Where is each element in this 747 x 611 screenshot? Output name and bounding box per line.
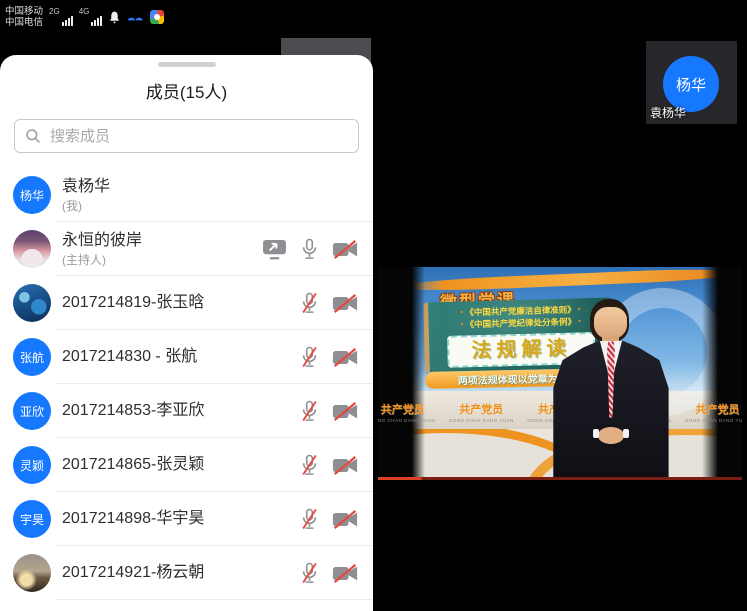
search-input[interactable] bbox=[48, 127, 348, 146]
member-row-host[interactable]: 永恒的彼岸 (主持人) bbox=[0, 222, 373, 276]
camera-off-icon[interactable] bbox=[332, 456, 358, 475]
avatar: 亚欣 bbox=[13, 392, 51, 430]
camera-off-icon[interactable] bbox=[332, 240, 358, 259]
mic-muted-icon[interactable] bbox=[300, 453, 319, 477]
member-name: 2017214921-杨云朝 bbox=[62, 563, 204, 583]
camera-off-icon[interactable] bbox=[332, 348, 358, 367]
video-stage[interactable]: 杨华 袁杨华 微型党课 《中国共产党廉洁自律准则》 《中国共产党纪律处分条例》 … bbox=[374, 0, 747, 611]
camera-off-icon[interactable] bbox=[332, 510, 358, 529]
members-title: 成员(15人) bbox=[0, 78, 373, 103]
member-name: 袁杨华 bbox=[62, 177, 110, 197]
camera-off-icon[interactable] bbox=[332, 294, 358, 313]
member-subtitle: (主持人) bbox=[62, 253, 142, 267]
carrier-labels: 中国移动 中国电信 bbox=[5, 6, 43, 28]
member-row[interactable]: 宇昊 2017214898-华宇昊 bbox=[0, 492, 373, 546]
member-name: 2017214853-李亚欣 bbox=[62, 401, 204, 421]
mic-muted-icon[interactable] bbox=[300, 345, 319, 369]
shared-broadcast-video[interactable]: 微型党课 《中国共产党廉洁自律准则》 《中国共产党纪律处分条例》 法规解读 两项… bbox=[378, 267, 742, 480]
screen-share-icon[interactable] bbox=[262, 239, 287, 260]
self-name-label: 袁杨华 bbox=[650, 104, 686, 121]
member-row[interactable]: 2017214819-张玉晗 bbox=[0, 276, 373, 330]
member-search-box[interactable] bbox=[14, 119, 359, 153]
member-row[interactable]: 2017214921-杨云朝 bbox=[0, 546, 373, 600]
avatar bbox=[13, 554, 51, 592]
camera-app-icon bbox=[150, 10, 164, 24]
member-row[interactable]: 亚欣 2017214853-李亚欣 bbox=[0, 384, 373, 438]
member-name: 2017214819-张玉晗 bbox=[62, 293, 204, 313]
bell-icon bbox=[108, 10, 121, 24]
network-badge-1: 2G bbox=[49, 8, 60, 16]
member-name: 2017214898-华宇昊 bbox=[62, 509, 204, 529]
member-row[interactable]: 灵颖 2017214865-张灵颖 bbox=[0, 438, 373, 492]
signal-bars-icon: 2G bbox=[49, 8, 73, 26]
member-list: 杨华 袁杨华 (我) 永恒的彼岸 (主持人) bbox=[0, 168, 373, 600]
sheet-drag-handle[interactable] bbox=[158, 62, 216, 67]
member-name: 永恒的彼岸 bbox=[62, 231, 142, 251]
mic-muted-icon[interactable] bbox=[300, 507, 319, 531]
avatar: 宇昊 bbox=[13, 500, 51, 538]
member-name: 2017214830 - 张航 bbox=[62, 347, 197, 367]
mic-muted-icon[interactable] bbox=[300, 399, 319, 423]
news-anchor bbox=[545, 299, 676, 480]
member-subtitle: (我) bbox=[62, 199, 110, 213]
member-row[interactable]: 张航 2017214830 - 张航 bbox=[0, 330, 373, 384]
carrier-line1: 中国移动 bbox=[5, 6, 43, 17]
members-sheet: 成员(15人) 杨华 袁杨华 (我) 永恒的彼岸 bbox=[0, 55, 373, 611]
mic-muted-icon[interactable] bbox=[300, 561, 319, 585]
camera-off-icon[interactable] bbox=[332, 564, 358, 583]
avatar bbox=[13, 284, 51, 322]
member-row-self[interactable]: 杨华 袁杨华 (我) bbox=[0, 168, 373, 222]
avatar: 灵颖 bbox=[13, 446, 51, 484]
self-video-tile[interactable]: 杨华 袁杨华 bbox=[646, 41, 737, 124]
carrier-line2: 中国电信 bbox=[5, 17, 43, 28]
stage-shadow-left bbox=[378, 267, 425, 480]
video-progress-bar[interactable] bbox=[378, 477, 742, 480]
stage-shadow-right bbox=[702, 267, 742, 480]
member-name: 2017214865-张灵颖 bbox=[62, 455, 204, 475]
chat-arcs-icon bbox=[127, 11, 144, 22]
camera-off-icon[interactable] bbox=[332, 402, 358, 421]
avatar bbox=[13, 230, 51, 268]
avatar: 杨华 bbox=[13, 176, 51, 214]
app-screen: 中国移动 中国电信 2G 4G bbox=[0, 0, 747, 611]
status-left-cluster: 中国移动 中国电信 2G 4G bbox=[5, 0, 164, 33]
network-badge-2: 4G bbox=[79, 8, 90, 16]
avatar: 张航 bbox=[13, 338, 51, 376]
mic-on-icon[interactable] bbox=[300, 237, 319, 261]
signal-bars-icon-2: 4G bbox=[79, 8, 103, 26]
mic-muted-icon[interactable] bbox=[300, 291, 319, 315]
search-icon bbox=[25, 128, 41, 144]
